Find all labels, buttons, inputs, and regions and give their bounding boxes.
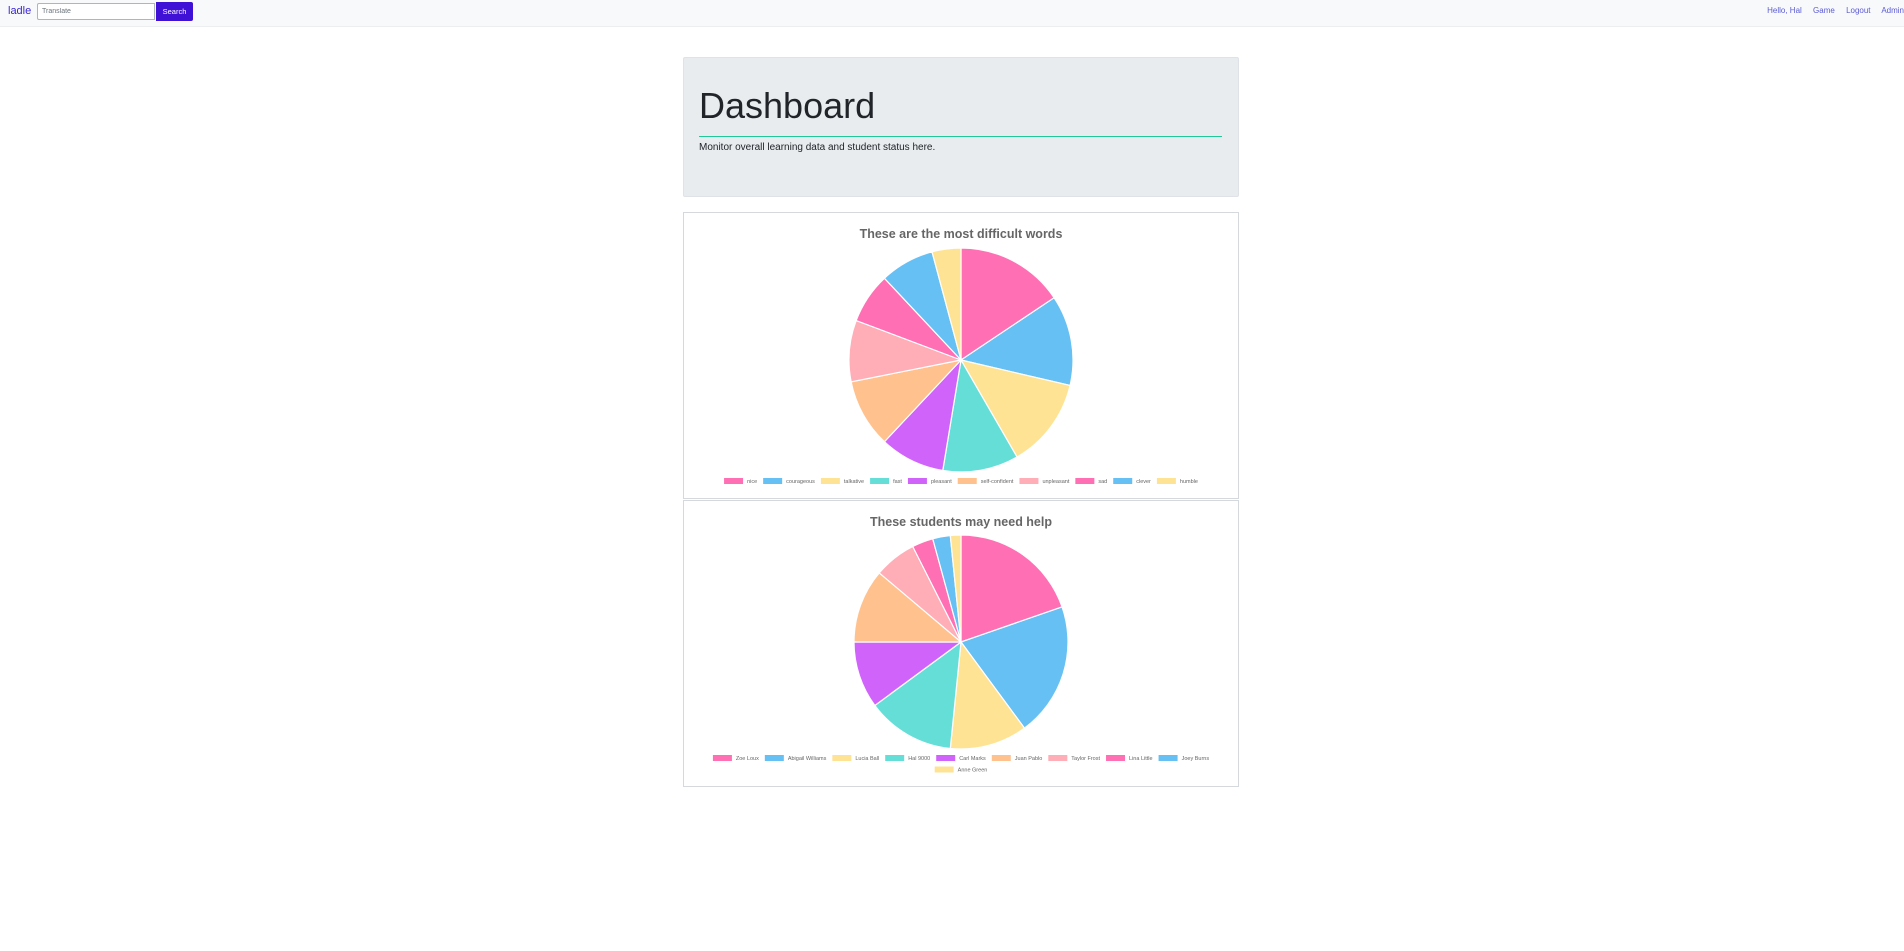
legend-label: fast — [893, 479, 902, 485]
legend-item-unpleasant[interactable]: unpleasant — [1019, 478, 1070, 485]
nav-link-admin[interactable]: Admin — [1881, 6, 1904, 15]
legend-swatch — [957, 478, 977, 484]
legend-label: Carl Marks — [959, 756, 986, 762]
legend-item-taylor-frost[interactable]: Taylor Frost — [1048, 755, 1101, 762]
legend-swatch — [832, 755, 852, 761]
legend-swatch — [763, 478, 783, 484]
legend-label: talkative — [844, 479, 864, 485]
top-navbar: ladle Search Hello, Hal Game Logout Admi… — [0, 0, 1904, 27]
difficult-words-card: These are the most difficult words nice c… — [683, 212, 1239, 499]
legend-label: nice — [747, 479, 757, 485]
legend-swatch — [907, 478, 927, 484]
user-nav: Hello, Hal Game Logout Admin — [1767, 6, 1904, 15]
legend-swatch — [1048, 755, 1068, 761]
legend-label: unpleasant — [1042, 479, 1069, 485]
legend-swatch — [712, 755, 732, 761]
legend-item-self-confident[interactable]: self-confident — [957, 478, 1014, 485]
legend-label: Anne Green — [958, 768, 988, 774]
legend-item-courageous[interactable]: courageous — [763, 478, 815, 485]
nav-link-game[interactable]: Game — [1813, 6, 1835, 15]
legend-item-nice[interactable]: nice — [724, 478, 757, 485]
legend-label: sad — [1098, 479, 1107, 485]
legend-swatch — [885, 755, 905, 761]
legend-item-pleasant[interactable]: pleasant — [907, 478, 952, 485]
legend-item-lucia-ball[interactable]: Lucia Ball — [832, 755, 879, 762]
brand-link[interactable]: ladle — [8, 5, 31, 17]
legend-item-zoe-loux[interactable]: Zoe Loux — [712, 755, 759, 762]
legend-item-juan-pablo[interactable]: Juan Pablo — [991, 755, 1043, 762]
legend-swatch — [764, 755, 784, 761]
title-divider — [699, 136, 1222, 137]
legend-swatch — [1158, 755, 1178, 761]
legend-swatch — [991, 755, 1011, 761]
translate-search-input[interactable] — [37, 3, 155, 20]
legend-swatch — [1075, 478, 1095, 484]
chart-title: These are the most difficult words — [860, 227, 1063, 241]
legend-swatch — [1106, 755, 1126, 761]
legend-item-fast[interactable]: fast — [870, 478, 902, 485]
legend-label: Zoe Loux — [736, 756, 759, 762]
legend-label: Abigail Williams — [788, 756, 827, 762]
legend-label: Juan Pablo — [1015, 756, 1043, 762]
page-subtitle: Monitor overall learning data and studen… — [699, 142, 936, 153]
dashboard-header: Dashboard Monitor overall learning data … — [683, 57, 1239, 197]
legend-swatch — [870, 478, 890, 484]
legend-swatch — [820, 478, 840, 484]
legend-swatch — [1156, 478, 1176, 484]
legend-swatch — [1019, 478, 1039, 484]
legend-swatch — [724, 478, 744, 484]
legend-item-humble[interactable]: humble — [1156, 478, 1198, 485]
students-need-help-pie-chart: These students may need help Zoe Loux Abi… — [712, 515, 1210, 774]
legend-item-joey-burns[interactable]: Joey Burns — [1158, 755, 1210, 762]
legend-label: clever — [1136, 479, 1151, 485]
legend-swatch — [936, 755, 956, 761]
legend-label: pleasant — [931, 479, 952, 485]
legend-label: Lucia Ball — [855, 756, 879, 762]
legend-item-sad[interactable]: sad — [1075, 478, 1107, 485]
legend-label: humble — [1180, 479, 1198, 485]
nav-link-logout[interactable]: Logout — [1846, 6, 1870, 15]
legend-label: Hal 9000 — [908, 756, 930, 762]
page-title: Dashboard — [699, 85, 876, 126]
legend-item-carl-marks[interactable]: Carl Marks — [936, 755, 986, 762]
chart-title: These students may need help — [870, 515, 1052, 529]
legend-item-anne-green[interactable]: Anne Green — [934, 766, 988, 774]
search-button[interactable]: Search — [156, 2, 193, 21]
legend-label: courageous — [786, 479, 815, 485]
legend-item-lina-little[interactable]: Lina Little — [1106, 755, 1153, 762]
students-need-help-card: These students may need help Zoe Loux Abi… — [683, 500, 1239, 787]
legend-swatch — [934, 766, 954, 773]
nav-link-greeting[interactable]: Hello, Hal — [1767, 6, 1802, 15]
legend-swatch — [1113, 478, 1133, 484]
legend-item-talkative[interactable]: talkative — [820, 478, 864, 485]
legend-item-abigail-williams[interactable]: Abigail Williams — [764, 755, 827, 762]
legend-label: Joey Burns — [1182, 756, 1210, 762]
legend-item-clever[interactable]: clever — [1113, 478, 1151, 485]
legend-label: Taylor Frost — [1071, 756, 1100, 762]
legend-label: Lina Little — [1129, 756, 1153, 762]
legend-label: self-confident — [981, 479, 1014, 485]
legend-item-hal-9000[interactable]: Hal 9000 — [885, 755, 930, 762]
difficult-words-pie-chart: These are the most difficult words nice c… — [724, 227, 1198, 485]
